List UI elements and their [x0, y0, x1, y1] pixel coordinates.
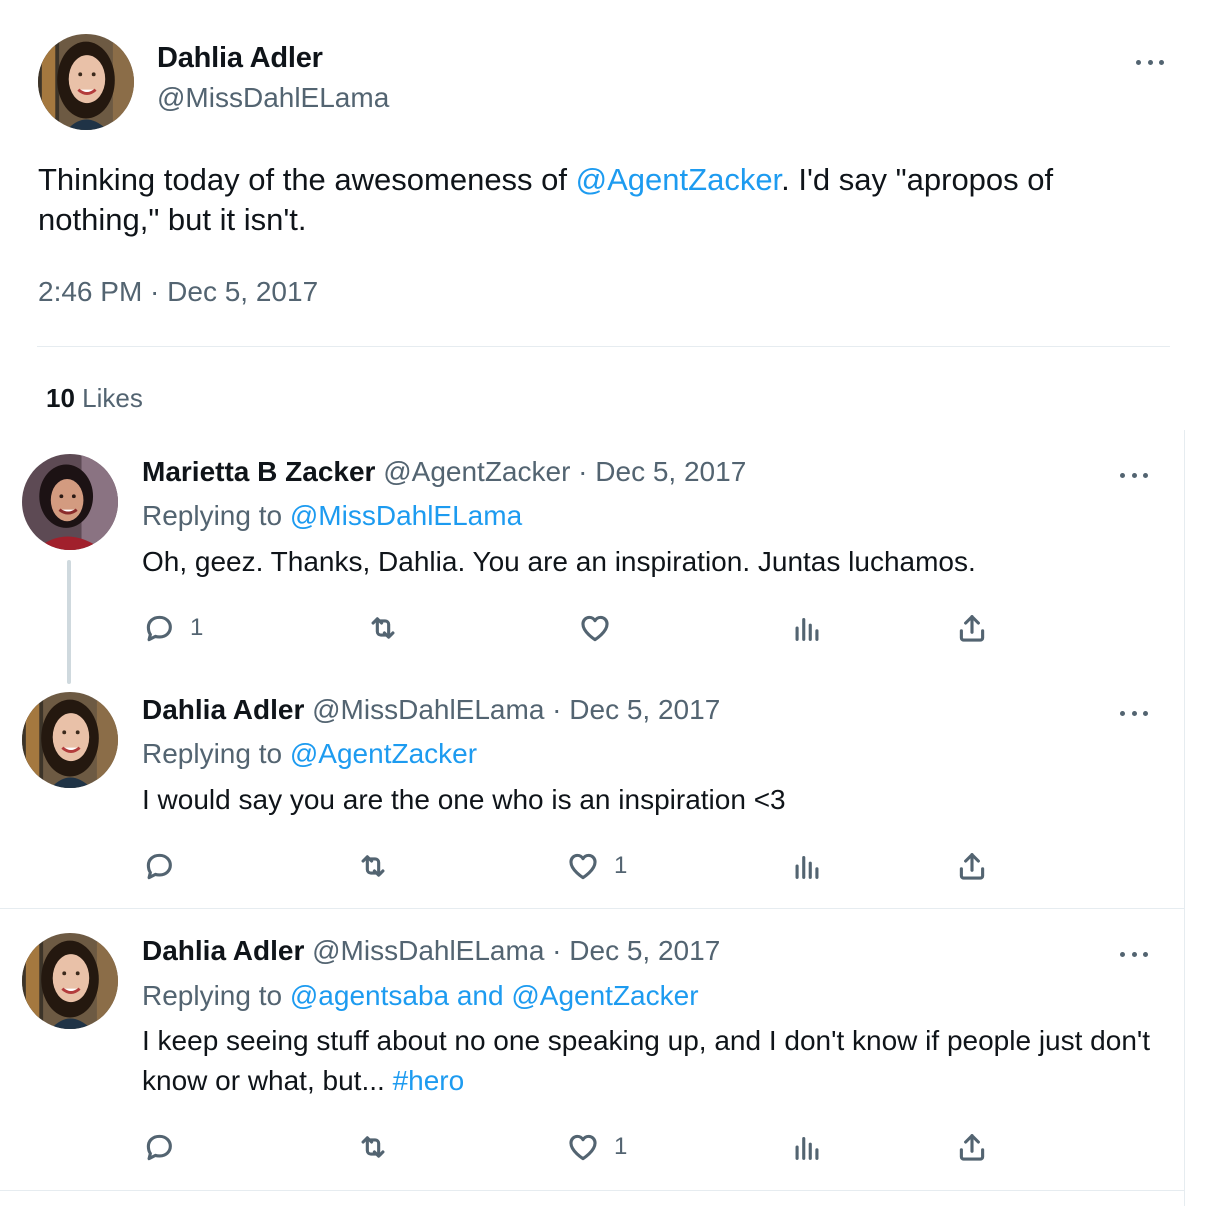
reply-icon: [142, 1130, 176, 1164]
more-icon[interactable]: [1114, 944, 1154, 964]
reply-meta[interactable]: @AgentZacker · Dec 5, 2017: [383, 456, 746, 487]
reply-button[interactable]: 1: [142, 611, 203, 645]
retweet-icon: [356, 1130, 390, 1164]
like-count: 1: [614, 1133, 628, 1160]
avatar[interactable]: [38, 34, 134, 130]
replying-label: Replying to: [142, 500, 290, 531]
replying-to: Replying to @AgentZacker: [142, 738, 477, 770]
retweet-icon: [356, 849, 390, 883]
reply-header: Dahlia Adler @MissDahlELama · Dec 5, 201…: [142, 935, 720, 967]
more-icon[interactable]: [1130, 52, 1170, 72]
retweet-button[interactable]: [356, 1130, 404, 1164]
share-icon: [955, 611, 989, 645]
avatar-image: [22, 933, 118, 1029]
reply-text-body: I keep seeing stuff about no one speakin…: [142, 1025, 1151, 1096]
tweet-text: Thinking today of the awesomeness of @Ag…: [38, 160, 1158, 240]
author-name[interactable]: Dahlia Adler: [157, 42, 323, 75]
reply-count: 1: [190, 614, 204, 641]
reply-meta[interactable]: @MissDahlELama · Dec 5, 2017: [312, 935, 720, 966]
avatar-image: [22, 454, 118, 550]
replying-to-link[interactable]: @agentsaba and @AgentZacker: [290, 980, 699, 1011]
reply-button[interactable]: [142, 849, 190, 883]
like-count: 1: [614, 852, 628, 879]
replying-label: Replying to: [142, 738, 290, 769]
reply-text: I would say you are the one who is an in…: [142, 784, 786, 815]
avatar-image: [38, 34, 134, 130]
avatar-image: [22, 692, 118, 788]
views-button[interactable]: [790, 611, 824, 645]
share-button[interactable]: [955, 611, 989, 645]
more-icon[interactable]: [1114, 465, 1154, 485]
more-icon[interactable]: [1114, 703, 1154, 723]
reply-text: I keep seeing stuff about no one speakin…: [142, 1021, 1152, 1101]
replying-to: Replying to @agentsaba and @AgentZacker: [142, 980, 699, 1012]
share-button[interactable]: [955, 849, 989, 883]
author-handle[interactable]: @MissDahlELama: [157, 82, 389, 114]
reply-header: Dahlia Adler @MissDahlELama · Dec 5, 201…: [142, 694, 720, 726]
reply-meta[interactable]: @MissDahlELama · Dec 5, 2017: [312, 694, 720, 725]
divider: [0, 908, 1185, 909]
reply-header: Marietta B Zacker @AgentZacker · Dec 5, …: [142, 456, 746, 488]
replying-to-link[interactable]: @MissDahlELama: [290, 500, 522, 531]
replying-to-link[interactable]: @AgentZacker: [290, 738, 477, 769]
like-icon: [566, 1130, 600, 1164]
reply-icon: [142, 849, 176, 883]
share-button[interactable]: [955, 1130, 989, 1164]
reply-button[interactable]: [142, 1130, 190, 1164]
author-name[interactable]: Dahlia Adler: [142, 694, 304, 725]
views-icon: [790, 1130, 824, 1164]
like-icon: [578, 611, 612, 645]
mention-link[interactable]: @AgentZacker: [576, 162, 782, 197]
tweet-text-part1: Thinking today of the awesomeness of: [38, 162, 576, 197]
views-icon: [790, 849, 824, 883]
avatar[interactable]: [22, 692, 118, 788]
author-name[interactable]: Dahlia Adler: [142, 935, 304, 966]
like-button[interactable]: 1: [566, 849, 627, 883]
views-icon: [790, 611, 824, 645]
hashtag-link[interactable]: #hero: [393, 1065, 465, 1096]
like-icon: [566, 849, 600, 883]
thread-line: [67, 560, 71, 684]
author-name[interactable]: Marietta B Zacker: [142, 456, 375, 487]
reply-icon: [142, 611, 176, 645]
divider: [37, 346, 1170, 347]
reply-text: Oh, geez. Thanks, Dahlia. You are an ins…: [142, 546, 976, 577]
views-button[interactable]: [790, 849, 824, 883]
replying-to: Replying to @MissDahlELama: [142, 500, 522, 532]
views-button[interactable]: [790, 1130, 824, 1164]
divider: [0, 1190, 1185, 1191]
replying-label: Replying to: [142, 980, 290, 1011]
avatar[interactable]: [22, 454, 118, 550]
retweet-icon: [366, 611, 400, 645]
likes-count: 10: [46, 383, 75, 413]
avatar[interactable]: [22, 933, 118, 1029]
likes-stat[interactable]: 10 Likes: [46, 383, 143, 414]
tweet-timestamp[interactable]: 2:46 PM · Dec 5, 2017: [38, 276, 318, 308]
share-icon: [955, 849, 989, 883]
panel-border: [1184, 430, 1185, 1206]
like-button[interactable]: 1: [566, 1130, 627, 1164]
likes-label: Likes: [82, 383, 143, 413]
retweet-button[interactable]: [366, 611, 414, 645]
retweet-button[interactable]: [356, 849, 404, 883]
like-button[interactable]: [578, 611, 626, 645]
share-icon: [955, 1130, 989, 1164]
